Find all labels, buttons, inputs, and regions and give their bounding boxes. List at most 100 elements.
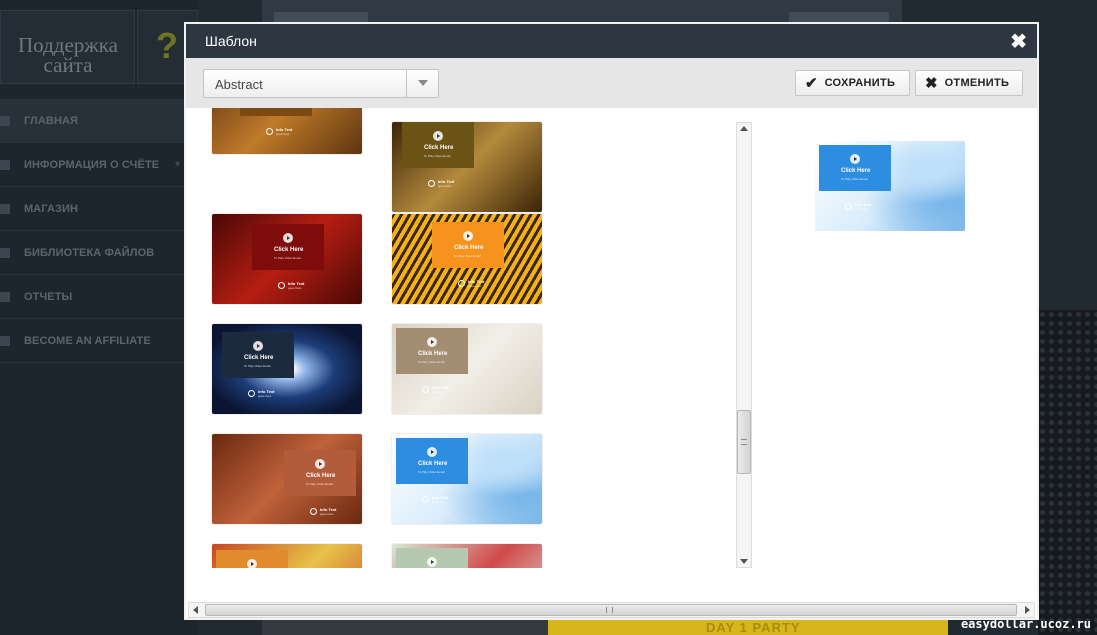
cancel-button[interactable]: ✖ ОТМЕНИТЬ (915, 70, 1023, 96)
user-icon (0, 159, 10, 170)
template-thumbnail-wood-grain[interactable]: Click Here To Play Video Email Info Text go… (392, 122, 542, 212)
scrollbar-thumb[interactable] (737, 410, 751, 474)
play-icon (850, 154, 860, 164)
sidebar-item-label: ИНФОРМАЦИЯ О СЧЁТЕ (24, 158, 160, 171)
horizontal-scrollbar[interactable] (188, 602, 1035, 618)
sidebar-item-label: ГЛАВНАЯ (24, 114, 79, 127)
chart-icon (0, 291, 10, 302)
thumbnail-click-text: Click Here (424, 145, 454, 151)
preview-card: Click Here To Play Video Email Info Text go… (815, 141, 965, 231)
thumbnail-info-sub: goes here (468, 284, 482, 288)
background-strip (262, 620, 548, 635)
info-icon (422, 496, 429, 503)
save-button[interactable]: ✔ СОХРАНИТЬ (795, 70, 910, 96)
thumbnail-sub-text: To Play Video Email (244, 364, 271, 368)
folder-icon (0, 247, 10, 258)
thumbnail-sub-text: To Play Video Email (418, 360, 445, 364)
scroll-up-icon[interactable] (740, 126, 748, 131)
save-button-label: СОХРАНИТЬ (824, 77, 896, 89)
home-icon (0, 115, 10, 126)
template-thumbnail-blue-burst[interactable]: Click Here To Play Video Email Info Text go… (212, 324, 362, 414)
thumbnail-video-box: Click HereTo Play Video Email (396, 438, 468, 484)
sidebar-item-label: БИБЛИОТЕКА ФАЙЛОВ (24, 246, 155, 259)
category-select-value: Abstract (215, 77, 263, 92)
info-icon (248, 390, 255, 397)
template-thumbnail-gold-stripes[interactable]: Click Here To Play Video Email Info Text go… (392, 214, 542, 304)
select-toggle[interactable] (406, 70, 438, 97)
cancel-button-label: ОТМЕНИТЬ (944, 77, 1010, 89)
check-icon: ✔ (805, 75, 818, 92)
selected-template-preview: Click Here To Play Video Email Info Text go… (815, 141, 965, 231)
thumbnail-click-text: Click Here (418, 351, 448, 357)
info-icon (266, 128, 273, 135)
scroll-left-icon[interactable] (193, 606, 198, 614)
help-icon: ? (156, 25, 178, 66)
close-icon[interactable]: ✖ (1010, 29, 1027, 54)
thumbnail-video-box: Click Here To Play Video Email (402, 122, 474, 168)
info-icon (310, 508, 317, 515)
thumbnail-info-sub: goes here (438, 184, 452, 188)
modal-title: Шаблон (205, 33, 257, 49)
sidebar-item-affiliate[interactable]: BECOME AN AFFILIATE (0, 319, 198, 363)
user-icon (0, 335, 10, 346)
sidebar: Поддержка сайта ? ГЛАВНАЯ ИНФОРМАЦИЯ О С… (0, 0, 198, 635)
play-icon (247, 559, 257, 568)
template-thumbnail-red-crumple[interactable]: Click Here To Play Video Email Info Text go… (212, 214, 362, 304)
scroll-right-icon[interactable] (1025, 606, 1030, 614)
template-modal: Шаблон ✖ Abstract ✔ СОХРАНИТЬ ✖ ОТМЕНИТЬ… (184, 22, 1039, 620)
thumbnail-sub-text: To Play Video Email (424, 154, 451, 158)
grip-icon (741, 439, 747, 445)
thumbnail-video-box: Click Here To Play Video Email (819, 145, 891, 191)
thumbnail-click-text: Click Here (454, 245, 484, 251)
sidebar-item-label: BECOME AN AFFILIATE (24, 334, 151, 347)
template-thumbnail-paper-folds[interactable]: Click HereTo Play Video EmailInfo Textgo… (212, 544, 362, 568)
cart-icon (0, 203, 10, 214)
support-link[interactable]: Поддержка сайта (0, 10, 135, 84)
close-icon: ✖ (925, 75, 938, 92)
thumbnail-info-sub: goes here (432, 390, 446, 394)
info-icon (422, 386, 429, 393)
thumbnail-sub-text: To Play Video Email (454, 254, 481, 258)
play-icon (427, 337, 437, 347)
thumbnail-video-box: Click HereTo Play Video Email (216, 550, 288, 568)
chevron-down-icon: ▼ (173, 159, 182, 169)
thumbnail-video-box: Click HereTo Play Video Email (240, 108, 312, 116)
thumbnail-video-box: Click Here To Play Video Email (432, 222, 504, 268)
scroll-down-icon[interactable] (740, 559, 748, 564)
template-thumbnail-red-swirls[interactable]: Click Here To Play Video Email Info Text go… (212, 434, 362, 524)
modal-header: Шаблон ✖ (186, 24, 1037, 58)
template-thumbnail-blue-waves[interactable]: Click Here To Play Video Email Info Text go… (392, 434, 542, 524)
info-icon (845, 203, 852, 210)
sidebar-item-home[interactable]: ГЛАВНАЯ (0, 99, 198, 143)
template-thumbnail-cracked-plaster[interactable]: Click Here To Play Video Email Info Text go… (392, 324, 542, 414)
chevron-down-icon (418, 80, 428, 86)
sidebar-item-reports[interactable]: ОТЧЕТЫ (0, 275, 198, 319)
sidebar-item-account-info[interactable]: ИНФОРМАЦИЯ О СЧЁТЕ ▼ (0, 143, 198, 187)
thumbnail-sub-text: To Play Video Email (841, 177, 868, 181)
category-select[interactable]: Abstract (203, 69, 439, 98)
play-icon (283, 233, 293, 243)
vertical-scrollbar[interactable] (736, 122, 752, 568)
scrollbar-thumb[interactable] (205, 604, 1017, 616)
play-icon (427, 557, 437, 567)
template-thumbnail-rainbow-spiral[interactable]: Click HereTo Play Video EmailInfo Textgo… (392, 544, 542, 568)
thumbnail-info-sub: goes here (288, 286, 302, 290)
template-thumbnail-sand-dunes[interactable]: Click HereTo Play Video EmailInfo Textgo… (212, 108, 362, 154)
support-title: Поддержка сайта (18, 33, 118, 77)
play-icon (463, 231, 473, 241)
play-icon (253, 341, 263, 351)
sidebar-item-shop[interactable]: МАГАЗИН (0, 187, 198, 231)
thumbnail-click-text: Click Here (306, 473, 336, 479)
play-icon (315, 459, 325, 469)
play-icon (427, 447, 437, 457)
sidebar-item-file-library[interactable]: БИБЛИОТЕКА ФАЙЛОВ (0, 231, 198, 275)
thumbnail-click-text: Click Here (418, 461, 448, 467)
modal-toolbar: Abstract ✔ СОХРАНИТЬ ✖ ОТМЕНИТЬ (186, 58, 1037, 108)
thumbnail-info-sub: goes here (276, 132, 290, 136)
thumbnail-sub-text: To Play Video Email (306, 482, 333, 486)
thumbnail-click-text: Click Here (274, 247, 304, 253)
thumbnail-click-text: Click Here (841, 168, 871, 174)
thumbnail-video-box: Click Here To Play Video Email (396, 328, 468, 374)
thumbnail-info-sub: goes here (855, 207, 869, 211)
info-icon (278, 282, 285, 289)
